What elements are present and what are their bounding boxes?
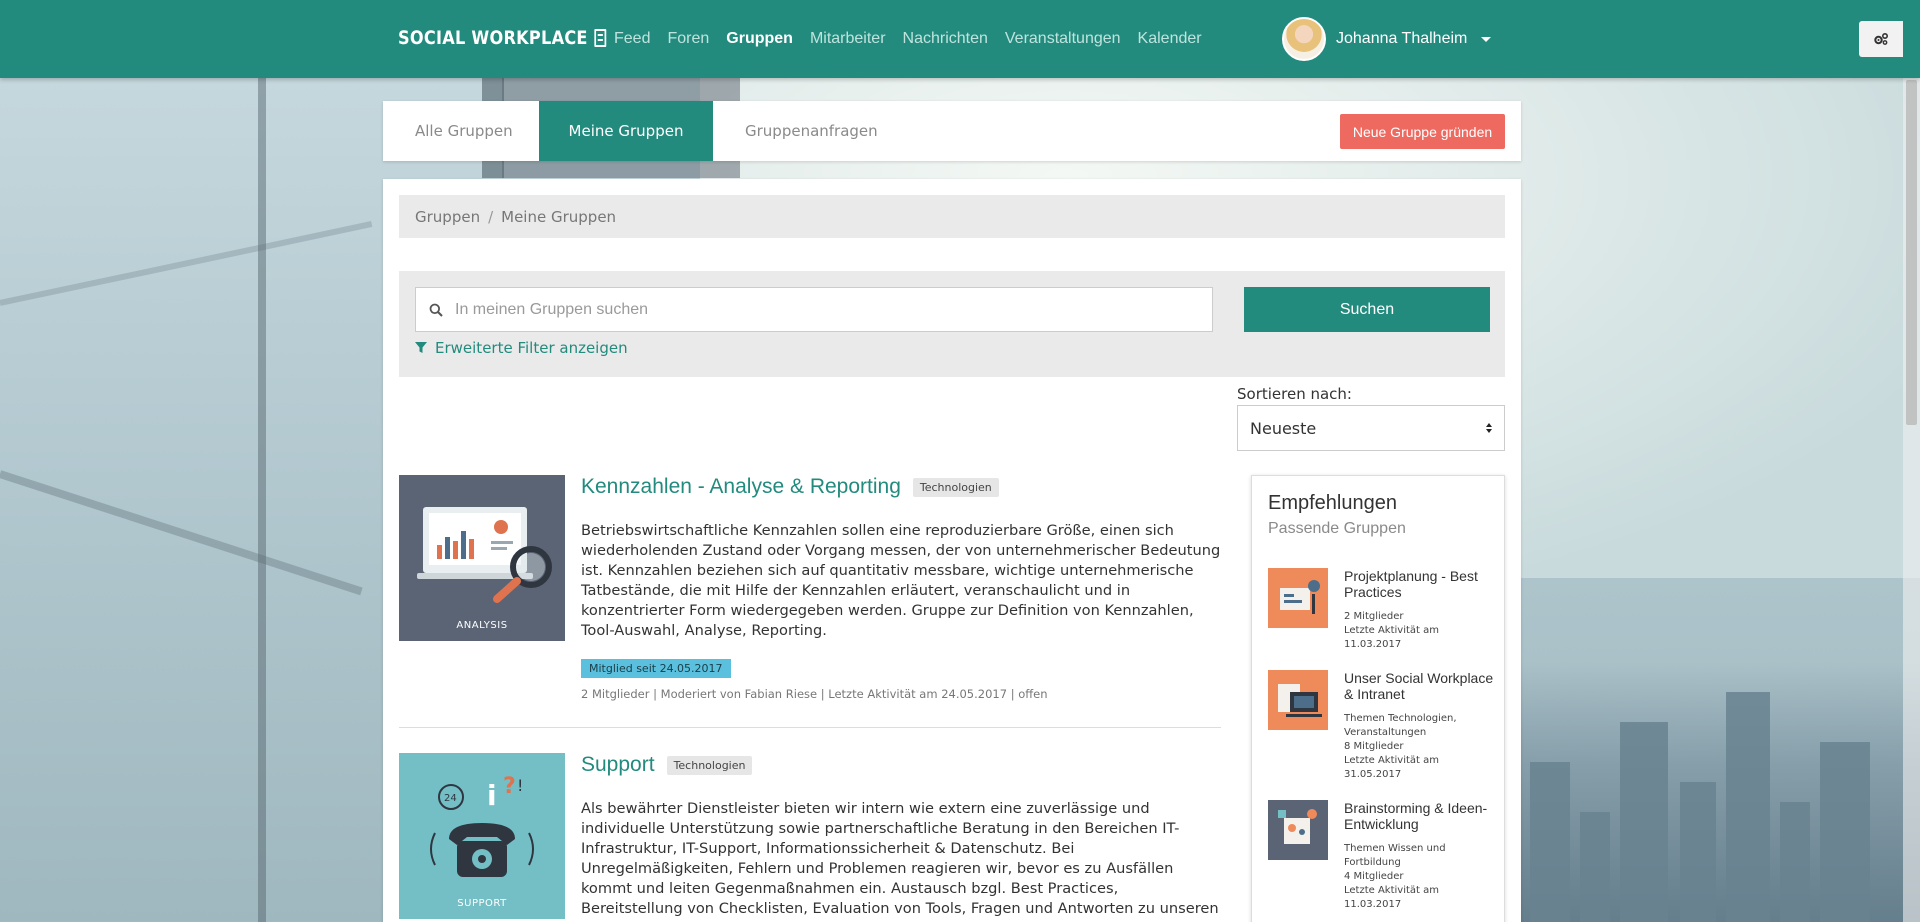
document-icon — [594, 29, 607, 47]
nav-feed[interactable]: Feed — [614, 30, 650, 48]
breadcrumb-gruppen[interactable]: Gruppen — [415, 208, 480, 226]
user-menu[interactable]: Johanna Thalheim — [1282, 17, 1492, 61]
project-planning-thumbnail-icon — [1268, 568, 1328, 628]
analysis-illustration-icon — [417, 507, 552, 603]
sort-label: Sortieren nach: — [1237, 385, 1352, 403]
recommendation-activity: Letzte Aktivität am 31.05.2017 — [1344, 755, 1440, 780]
divider — [399, 727, 1221, 728]
recommendation-item[interactable]: Brainstorming & Ideen-Entwicklung Themen… — [1268, 800, 1498, 922]
main-content: Gruppen / Meine Gruppen Suchen Erweitert… — [383, 179, 1521, 922]
settings-button[interactable] — [1859, 21, 1903, 57]
recommendation-activity: Letzte Aktivität am 11.03.2017 — [1344, 885, 1440, 910]
advanced-filter-link[interactable]: Erweiterte Filter anzeigen — [415, 339, 628, 357]
nav-kalender[interactable]: Kalender — [1138, 30, 1202, 48]
search-icon — [429, 303, 443, 317]
recommendation-title[interactable]: Projektplanung - Best Practices — [1344, 568, 1494, 600]
svg-text:i: i — [487, 779, 497, 812]
recommendation-title[interactable]: Brainstorming & Ideen-Entwicklung — [1344, 800, 1494, 832]
recommendation-members: 2 Mitglieder — [1344, 611, 1404, 622]
group-item: ANALYSIS Kennzahlen - Analyse & Reportin… — [399, 475, 1221, 725]
group-name-link[interactable]: Kennzahlen - Analyse & Reporting — [581, 475, 901, 499]
recommendations-subtitle: Passende Gruppen — [1268, 520, 1406, 537]
user-name: Johanna Thalheim — [1336, 30, 1468, 47]
nav-foren[interactable]: Foren — [667, 30, 709, 48]
search-panel: Suchen Erweiterte Filter anzeigen — [399, 271, 1505, 377]
group-thumbnail[interactable]: ANALYSIS — [399, 475, 565, 641]
new-group-button[interactable]: Neue Gruppe gründen — [1340, 114, 1505, 149]
top-navbar: SOCIAL WORKPLACE Feed Foren Gruppen Mita… — [0, 0, 1920, 78]
thumbnail-caption: ANALYSIS — [456, 620, 508, 631]
group-thumbnail[interactable]: 24 i ? ! SUPPORT — [399, 753, 565, 919]
tab-alle-gruppen[interactable]: Alle Gruppen — [415, 101, 513, 161]
recommendation-topics: Themen Technologien, Veranstaltungen — [1344, 713, 1457, 738]
recommendations-title: Empfehlungen — [1268, 492, 1397, 514]
recommendation-topics: Themen Wissen und Fortbildung — [1344, 843, 1446, 868]
nav-nachrichten[interactable]: Nachrichten — [903, 30, 988, 48]
breadcrumb-current: Meine Gruppen — [501, 207, 617, 226]
support-phone-icon: 24 i ? ! — [430, 774, 534, 877]
gears-icon — [1874, 32, 1889, 45]
filter-link-label: Erweiterte Filter anzeigen — [435, 339, 628, 357]
select-arrows-icon — [1486, 423, 1492, 433]
sort-selected-value: Neueste — [1250, 418, 1317, 438]
brainstorming-thumbnail-icon — [1268, 800, 1328, 860]
group-description: Als bewährter Dienstleister bieten wir i… — [581, 800, 1219, 922]
svg-text:24: 24 — [444, 793, 457, 804]
group-meta: 2 Mitglieder | Moderiert von Fabian Ries… — [581, 687, 1048, 701]
svg-text:?: ? — [503, 774, 516, 799]
category-tag[interactable]: Technologien — [912, 477, 999, 497]
group-description: Betriebswirtschaftliche Kennzahlen solle… — [581, 522, 1221, 639]
search-button[interactable]: Suchen — [1244, 287, 1490, 332]
tab-meine-gruppen[interactable]: Meine Gruppen — [539, 101, 713, 161]
search-input[interactable] — [455, 300, 1195, 319]
group-item: 24 i ? ! SUPPORT Support Technologien Al… — [399, 753, 1219, 922]
nav-gruppen[interactable]: Gruppen — [726, 30, 793, 48]
social-workplace-thumbnail-icon — [1268, 670, 1328, 730]
caret-down-icon — [1481, 36, 1492, 42]
group-title: Kennzahlen - Analyse & Reporting Technol… — [581, 475, 999, 499]
category-tag[interactable]: Technologien — [666, 755, 753, 775]
scrollbar-thumb[interactable] — [1906, 80, 1917, 425]
recommendation-activity: Letzte Aktivität am 11.03.2017 — [1344, 625, 1440, 650]
nav-mitarbeiter[interactable]: Mitarbeiter — [810, 30, 886, 48]
group-tabs: Alle Gruppen Meine Gruppen Gruppenanfrag… — [383, 101, 1521, 161]
recommendation-item[interactable]: Unser Social Workplace & Intranet Themen… — [1268, 670, 1498, 790]
recommendations-panel: Empfehlungen Passende Gruppen Projektpla… — [1251, 475, 1505, 922]
tab-gruppenanfragen[interactable]: Gruppenanfragen — [745, 101, 878, 161]
member-since-badge: Mitglied seit 24.05.2017 — [581, 659, 731, 678]
group-name-link[interactable]: Support — [581, 753, 655, 777]
thumbnail-caption: SUPPORT — [457, 898, 507, 909]
filter-icon — [415, 342, 427, 353]
avatar — [1282, 17, 1326, 61]
recommendation-members: 4 Mitglieder — [1344, 871, 1404, 882]
breadcrumb-separator: / — [488, 207, 494, 226]
svg-text:!: ! — [517, 776, 523, 795]
recommendation-members: 8 Mitglieder — [1344, 741, 1404, 752]
brand-logo[interactable]: SOCIAL WORKPLACE — [398, 27, 607, 49]
sort-select[interactable]: Neueste — [1237, 405, 1505, 451]
main-nav: Feed Foren Gruppen Mitarbeiter Nachricht… — [614, 30, 1202, 48]
recommendation-item[interactable]: Projektplanung - Best Practices 2 Mitgli… — [1268, 568, 1498, 658]
breadcrumb: Gruppen / Meine Gruppen — [399, 195, 1505, 238]
nav-veranstaltungen[interactable]: Veranstaltungen — [1005, 30, 1121, 48]
recommendation-title[interactable]: Unser Social Workplace & Intranet — [1344, 670, 1494, 702]
search-field[interactable] — [415, 287, 1213, 332]
group-title: Support Technologien — [581, 753, 753, 777]
brand-name: SOCIAL WORKPLACE — [398, 27, 588, 49]
